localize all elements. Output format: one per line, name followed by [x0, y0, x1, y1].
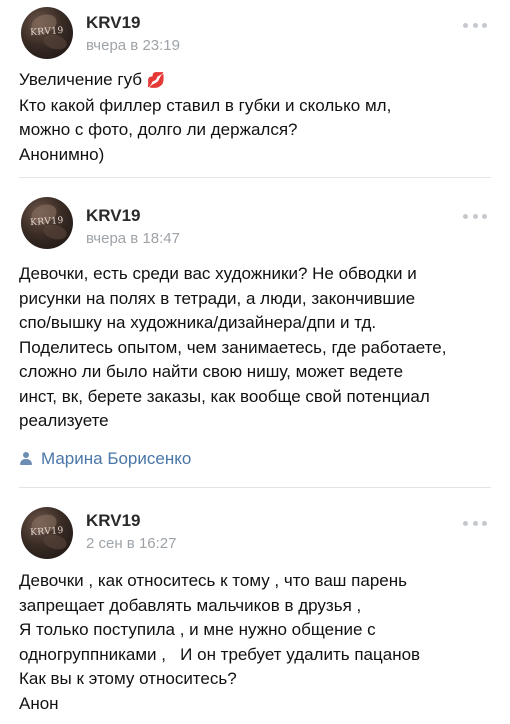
post-line: сложно ли было найти свою нишу, может ве…	[19, 362, 404, 381]
lips-emoji-icon: 💋	[146, 72, 166, 89]
post-line: Девочки , как относитесь к тому , что ва…	[19, 571, 407, 590]
post-line: можно с фото, долго ли держался?	[19, 120, 298, 139]
post-author[interactable]: KRV19	[86, 206, 141, 226]
person-icon	[19, 452, 33, 466]
post-line: запрещает добавлять мальчиков в друзья ,	[19, 595, 362, 615]
post-line: Кто какой филлер ставил в губки и скольк…	[19, 95, 392, 115]
more-options-icon[interactable]	[463, 212, 487, 220]
post-text: Девочки, есть среди вас художники? Не об…	[19, 262, 499, 434]
post-time[interactable]: вчера в 18:47	[86, 230, 180, 247]
post-text: Увеличение губ 💋 Кто какой филлер ставил…	[19, 68, 499, 167]
post-line: Увеличение губ	[19, 70, 142, 89]
post-author[interactable]: KRV19	[86, 511, 141, 531]
post-author[interactable]: KRV19	[86, 13, 141, 33]
post-line: Анон	[19, 693, 59, 713]
post-time[interactable]: вчера в 23:19	[86, 37, 180, 54]
post-line: инст, вк, берете заказы, как вообще свой…	[19, 386, 430, 406]
signer-name[interactable]: Марина Борисенко	[41, 449, 191, 469]
post-line: Как вы к этому относитесь?	[19, 669, 237, 688]
post-signer[interactable]: Марина Борисенко	[19, 449, 191, 469]
post-line: спо/вышку на художника/дизайнера/дпи и т…	[19, 313, 377, 332]
avatar[interactable]: KRV19	[21, 507, 73, 559]
post-line: рисунки на полях в тетради, а люди, зако…	[19, 288, 416, 308]
post-line: Анонимно)	[19, 144, 105, 164]
more-options-icon[interactable]	[463, 519, 487, 527]
avatar[interactable]: KRV19	[21, 197, 73, 249]
avatar[interactable]: KRV19	[21, 7, 73, 59]
post-line: реализуете	[19, 411, 109, 430]
post-time[interactable]: 2 сен в 16:27	[86, 535, 176, 552]
more-options-icon[interactable]	[463, 21, 487, 29]
post-text: Девочки , как относитесь к тому , что ва…	[19, 569, 499, 716]
post-divider	[19, 177, 491, 178]
post-line: Девочки, есть среди вас художники? Не об…	[19, 264, 417, 283]
post-line: Поделитесь опытом, чем занимаетесь, где …	[19, 337, 447, 357]
post-line: одногруппниками , И он требует удалить п…	[19, 644, 421, 664]
post-line: Я только поступила , и мне нужно общение…	[19, 620, 376, 639]
post-divider	[19, 487, 491, 488]
